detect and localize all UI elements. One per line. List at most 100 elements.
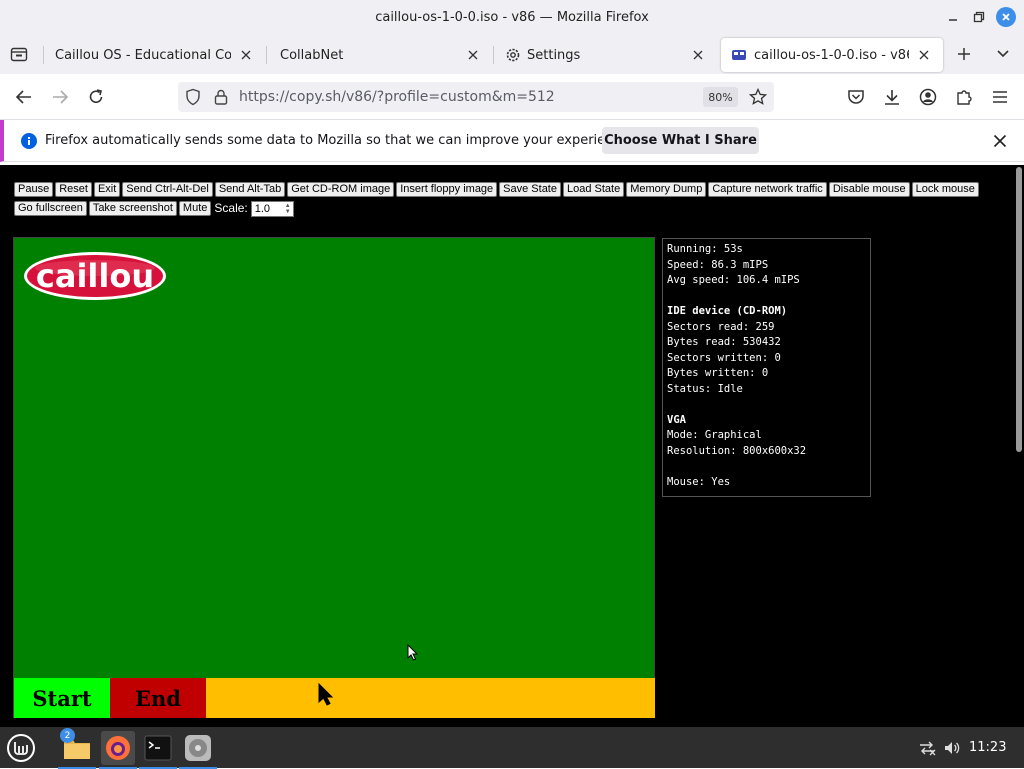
save-state-button[interactable]: Save State [499, 182, 561, 197]
url-bar[interactable]: https://copy.sh/v86/?profile=custom&m=51… [178, 82, 774, 112]
tab-v86[interactable]: caillou-os-1-0-0.iso - v86 [721, 38, 943, 72]
hamburger-menu-icon [993, 91, 1007, 103]
tab-close-button[interactable] [915, 46, 933, 64]
scale-input[interactable]: 1.0 ▲ ▼ [250, 201, 294, 217]
window-title: caillou-os-1-0-0.iso - v86 — Mozilla Fir… [375, 9, 649, 25]
tab-separator [43, 46, 44, 64]
mint-menu-button[interactable] [4, 731, 38, 765]
tab-separator [266, 46, 267, 64]
tab-close-button[interactable] [689, 46, 707, 64]
vm-end-button[interactable]: End [110, 678, 206, 718]
downloads-button[interactable] [880, 85, 904, 109]
vm-taskbar: Start End [14, 678, 655, 718]
tab-close-button[interactable] [237, 46, 255, 64]
notification-text: Firefox automatically sends some data to… [45, 133, 633, 148]
pocket-button[interactable] [844, 85, 868, 109]
close-icon [241, 50, 251, 60]
mouse-cursor-icon [318, 683, 334, 706]
extensions-button[interactable] [952, 85, 976, 109]
firefox-view-icon [10, 47, 28, 62]
forward-button[interactable] [48, 85, 72, 109]
reload-button[interactable] [84, 85, 108, 109]
page-content: Pause Reset Exit Send Ctrl-Alt-Del Send Alt-… [0, 165, 1024, 727]
info-icon [21, 133, 37, 149]
page-scrollbar[interactable] [1016, 167, 1022, 452]
minimize-button[interactable] [943, 7, 963, 27]
pause-button[interactable]: Pause [14, 182, 54, 197]
maximize-button[interactable] [969, 7, 989, 27]
back-button[interactable] [12, 85, 36, 109]
notification-close-button[interactable] [988, 129, 1012, 153]
account-button[interactable] [916, 85, 940, 109]
os-taskbar: 2 11:23 [0, 727, 1024, 769]
go-fullscreen-button[interactable]: Go fullscreen [14, 201, 87, 216]
insert-floppy-image-button[interactable]: Insert floppy image [396, 182, 498, 197]
vga-header: VGA [667, 413, 686, 426]
tab-separator [493, 46, 494, 64]
zoom-level-button[interactable]: 80% [703, 87, 738, 107]
gear-icon [506, 48, 520, 62]
get-cdrom-image-button[interactable]: Get CD-ROM image [287, 182, 395, 197]
terminal-taskbar-button[interactable] [139, 731, 177, 769]
close-icon [1002, 13, 1010, 21]
stat-vga-mode: Mode: Graphical [667, 429, 762, 441]
caillou-logo: caillou [24, 252, 166, 300]
stat-running: Running: 53s [667, 243, 743, 255]
vm-screen[interactable]: caillou Start End [13, 237, 655, 718]
lock-icon [214, 89, 228, 105]
tab-label: Settings [527, 47, 581, 63]
choose-what-i-share-button[interactable]: Choose What I Share [602, 127, 759, 154]
spinner-arrows-icon[interactable]: ▲ ▼ [285, 203, 291, 215]
disk-utility-taskbar-button[interactable] [179, 731, 217, 769]
firefox-view-button[interactable] [7, 42, 31, 66]
memory-dump-button[interactable]: Memory Dump [626, 182, 707, 197]
mute-button[interactable]: Mute [178, 201, 212, 216]
send-ctrl-alt-del-button[interactable]: Send Ctrl-Alt-Del [122, 182, 213, 197]
volume-icon [945, 742, 960, 754]
shield-icon [186, 88, 200, 106]
files-taskbar-button[interactable]: 2 [58, 728, 96, 769]
close-icon [468, 50, 478, 60]
tab-label: Caillou OS - Educational Compu [55, 47, 231, 63]
stat-mouse: Mouse: Yes [667, 475, 731, 488]
close-icon [993, 134, 1007, 148]
bookmark-star-icon[interactable] [749, 88, 767, 106]
firefox-icon [106, 736, 130, 760]
plus-icon [958, 48, 970, 60]
tab-bar: Caillou OS - Educational Compu CollabNet… [0, 34, 1024, 74]
exit-button[interactable]: Exit [93, 182, 121, 197]
reset-button[interactable]: Reset [55, 182, 92, 197]
menu-button[interactable] [988, 85, 1012, 109]
tab-close-button[interactable] [464, 46, 482, 64]
scale-label: Scale: [214, 201, 248, 215]
emulator-stats-panel: Running: 53s Speed: 86.3 mIPS Avg speed:… [662, 238, 871, 497]
puzzle-icon [957, 90, 972, 105]
clock[interactable]: 11:23 [969, 740, 1006, 755]
load-state-button[interactable]: Load State [563, 182, 625, 197]
lock-mouse-button[interactable]: Lock mouse [911, 182, 979, 197]
mouse-cursor-icon [407, 644, 419, 661]
stat-bytes-read: Bytes read: 530432 [667, 336, 781, 348]
tab-label: caillou-os-1-0-0.iso - v86 [754, 47, 909, 63]
arrow-right-icon [53, 90, 69, 104]
list-all-tabs-button[interactable] [991, 42, 1015, 66]
take-screenshot-button[interactable]: Take screenshot [88, 201, 177, 216]
tab-label: CollabNet [280, 47, 344, 63]
send-alt-tab-button[interactable]: Send Alt-Tab [214, 182, 286, 197]
network-disconnected-icon [920, 741, 936, 756]
stat-sectors-read: Sectors read: 259 [667, 320, 775, 333]
volume-tray-button[interactable] [942, 738, 962, 758]
firefox-taskbar-button[interactable] [99, 731, 137, 769]
capture-network-traffic-button[interactable]: Capture network traffic [708, 182, 827, 197]
download-icon [885, 90, 899, 105]
close-window-button[interactable] [996, 7, 1016, 27]
data-collection-notification: Firefox automatically sends some data to… [0, 120, 1024, 162]
network-tray-button[interactable] [917, 738, 937, 758]
disable-mouse-button[interactable]: Disable mouse [828, 182, 910, 197]
vm-start-button[interactable]: Start [14, 678, 110, 718]
tab-caillou-os[interactable]: Caillou OS - Educational Compu [45, 38, 265, 72]
stat-sectors-written: Sectors written: 0 [667, 351, 781, 364]
tab-settings[interactable]: Settings [495, 38, 717, 72]
new-tab-button[interactable] [952, 42, 976, 66]
tab-collabnet[interactable]: CollabNet [270, 38, 492, 72]
